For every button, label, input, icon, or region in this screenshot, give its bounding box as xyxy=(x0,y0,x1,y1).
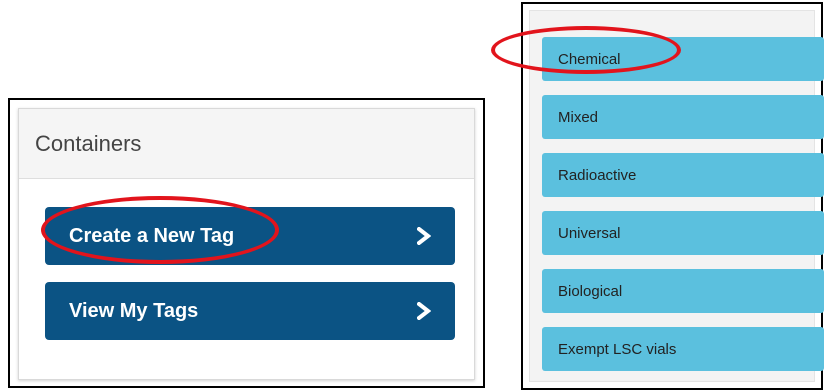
tag-exempt-lsc-vials-button[interactable]: Exempt LSC vials xyxy=(542,327,824,371)
tag-exempt-lsc-vials-label: Exempt LSC vials xyxy=(558,340,677,358)
containers-card: Containers Create a New Tag View My Tags xyxy=(18,108,475,380)
view-my-tags-button[interactable]: View My Tags xyxy=(45,282,455,340)
tag-universal-label: Universal xyxy=(558,224,621,242)
tag-mixed-button[interactable]: Mixed xyxy=(542,95,824,139)
tag-types-panel-frame: Chemical Mixed Radioactive Universal Bio… xyxy=(521,2,824,390)
tag-universal-button[interactable]: Universal xyxy=(542,211,824,255)
tag-biological-label: Biological xyxy=(558,282,623,300)
view-my-tags-label: View My Tags xyxy=(69,299,199,322)
tag-types-list: Chemical Mixed Radioactive Universal Bio… xyxy=(529,10,824,382)
create-new-tag-label: Create a New Tag xyxy=(69,224,235,247)
chevron-right-icon xyxy=(417,302,431,320)
tag-chemical-label: Chemical xyxy=(558,50,621,68)
create-new-tag-button[interactable]: Create a New Tag xyxy=(45,207,455,265)
containers-title: Containers xyxy=(19,109,474,179)
tag-radioactive-button[interactable]: Radioactive xyxy=(542,153,824,197)
tag-radioactive-label: Radioactive xyxy=(558,166,637,184)
tag-chemical-button[interactable]: Chemical xyxy=(542,37,824,81)
chevron-right-icon xyxy=(417,227,431,245)
tag-mixed-label: Mixed xyxy=(558,108,599,126)
containers-panel-frame: Containers Create a New Tag View My Tags xyxy=(8,98,485,388)
tag-biological-button[interactable]: Biological xyxy=(542,269,824,313)
